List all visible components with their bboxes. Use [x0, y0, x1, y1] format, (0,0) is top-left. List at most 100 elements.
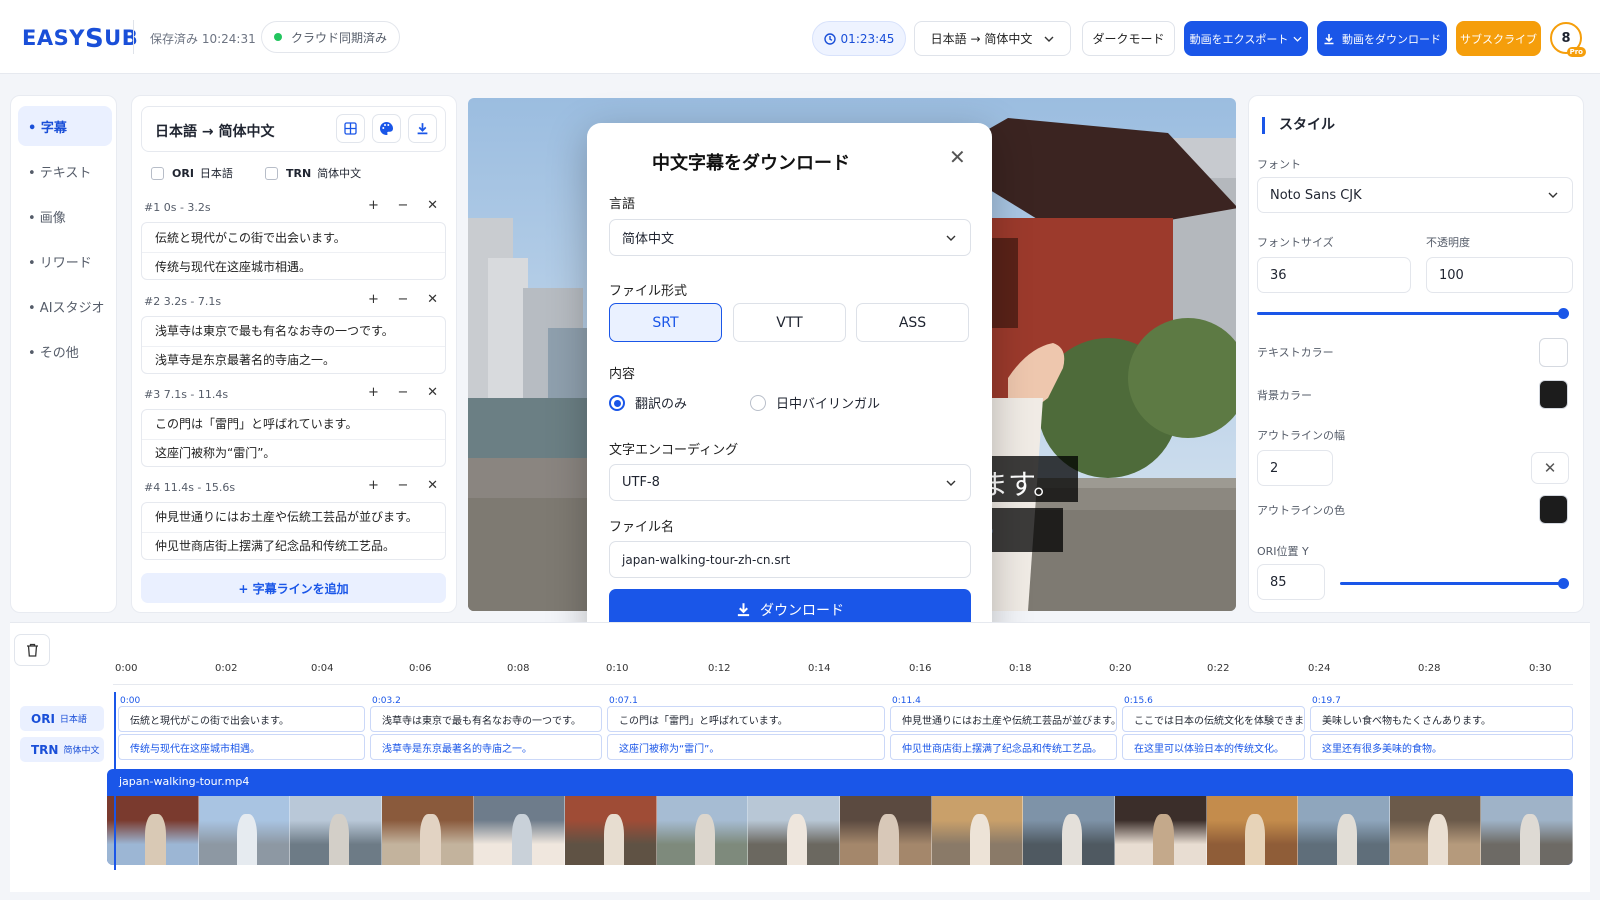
minus-icon[interactable]: −: [398, 385, 409, 400]
close-icon[interactable]: ✕: [427, 385, 438, 400]
segment-trn-text[interactable]: 仲见世商店街上摆满了纪念品和传统工艺品。: [155, 537, 395, 554]
nav-item-subtitles[interactable]: • 字幕: [18, 106, 112, 146]
segment-trn-text[interactable]: 传统与现代在这座城市相遇。: [155, 258, 311, 275]
font-select[interactable]: Noto Sans CJK: [1257, 177, 1573, 213]
segment-ori-text[interactable]: この門は「雷門」と呼ばれています。: [155, 415, 357, 432]
palette-button[interactable]: [372, 114, 401, 143]
ori-cue[interactable]: 伝統と現代がこの街で出会います。: [118, 706, 365, 732]
download-video-button[interactable]: 動画をダウンロード: [1317, 21, 1447, 56]
trn-checkbox[interactable]: TRN 简体中文: [265, 165, 361, 181]
video-thumbnail: [1114, 796, 1207, 865]
export-video-button[interactable]: 動画をエクスポート: [1184, 21, 1308, 56]
ori-checkbox[interactable]: ORI 日本語: [151, 165, 233, 181]
plus-icon[interactable]: +: [368, 478, 379, 493]
outline-color-swatch[interactable]: [1539, 495, 1568, 524]
nav-item-image[interactable]: • 画像: [18, 196, 112, 236]
nav-item-ai-studio[interactable]: • AIスタジオ: [18, 286, 112, 326]
chevron-down-icon: [1044, 36, 1054, 42]
download-subtitles-button[interactable]: [408, 114, 437, 143]
segment-ori-text[interactable]: 伝統と現代がこの街で出会います。: [155, 229, 346, 246]
opacity-slider-knob[interactable]: [1558, 308, 1569, 319]
minus-icon[interactable]: −: [398, 478, 409, 493]
opacity-slider[interactable]: [1257, 312, 1563, 315]
plus-icon[interactable]: +: [368, 198, 379, 213]
timeline-tick-label: 0:08: [507, 663, 530, 674]
segment-time: #2 3.2s - 7.1s: [144, 295, 222, 308]
checkbox-box[interactable]: [265, 166, 278, 180]
ori-cue[interactable]: 仲見世通りにはお土産や伝統工芸品が並びます。: [890, 706, 1117, 732]
encoding-select[interactable]: UTF-8: [609, 464, 971, 501]
ori-y-slider-knob[interactable]: [1558, 578, 1569, 589]
radio-bilingual[interactable]: 日中バイリンガル: [750, 393, 880, 412]
close-icon[interactable]: ✕: [427, 292, 438, 307]
app-logo[interactable]: EASYSUB: [22, 22, 138, 54]
video-thumbnail: [748, 796, 840, 865]
language-select[interactable]: 简体中文: [609, 219, 971, 256]
format-vtt-button[interactable]: VTT: [733, 303, 846, 342]
language-pair-dropdown[interactable]: 日本語 → 简体中文: [914, 21, 1071, 56]
segment-ori-text[interactable]: 仲見世通りにはお土産や伝統工芸品が並びます。: [155, 508, 418, 525]
filename-input[interactable]: japan-walking-tour-zh-cn.srt: [609, 541, 971, 578]
ori-cue[interactable]: 浅草寺は東京で最も有名なお寺の一つです。: [370, 706, 602, 732]
segment-trn-text[interactable]: 这座门被称为“雷门”。: [155, 444, 275, 461]
timeline-tick-label: 0:16: [909, 663, 932, 674]
close-icon[interactable]: ✕: [1531, 452, 1569, 484]
close-icon[interactable]: ✕: [427, 478, 438, 493]
segment-ori-text[interactable]: 浅草寺は東京で最も有名なお寺の一つです。: [155, 322, 394, 339]
plus-icon[interactable]: +: [368, 385, 379, 400]
dark-mode-button[interactable]: ダークモード: [1082, 21, 1175, 56]
cue-start-time: 0:03.2: [372, 696, 401, 706]
outline-width-label: アウトラインの幅: [1257, 429, 1345, 442]
encoding-label: 文字エンコーディング: [609, 443, 739, 458]
thumbnail-figure: [1153, 814, 1174, 865]
ori-cue[interactable]: この門は「雷門」と呼ばれています。: [607, 706, 885, 732]
grid-view-button[interactable]: [336, 114, 365, 143]
radio-dot[interactable]: [609, 394, 625, 411]
checkbox-box[interactable]: [151, 166, 164, 180]
ori-y-slider[interactable]: [1340, 582, 1563, 585]
thumbnail-figure: [970, 814, 991, 865]
trn-cue[interactable]: 仲见世商店街上摆满了纪念品和传统工艺品。: [890, 734, 1117, 760]
timeline-tick-label: 0:22: [1207, 663, 1230, 674]
ori-cue[interactable]: 美味しい食べ物もたくさんあります。: [1310, 706, 1573, 732]
opacity-input[interactable]: 100: [1426, 257, 1573, 293]
close-icon[interactable]: ✕: [949, 145, 966, 169]
font-label: フォント: [1257, 158, 1301, 171]
video-track[interactable]: japan-walking-tour.mp4: [107, 769, 1573, 865]
delete-button[interactable]: [14, 634, 50, 666]
timeline-tick-label: 0:02: [215, 663, 238, 674]
format-srt-button[interactable]: SRT: [609, 303, 722, 342]
plus-icon[interactable]: +: [368, 292, 379, 307]
radio-dot[interactable]: [750, 394, 766, 411]
trn-cue[interactable]: 这座门被称为“雷门”。: [607, 734, 885, 760]
thumbnail-figure: [145, 814, 166, 865]
clock-icon: [823, 32, 836, 45]
ori-y-input[interactable]: 85: [1257, 564, 1325, 600]
trn-cue[interactable]: 传统与现代在这座城市相遇。: [118, 734, 365, 760]
nav-item-other[interactable]: • その他: [18, 331, 112, 371]
nav-item-text[interactable]: • テキスト: [18, 151, 112, 191]
add-subtitle-line-button[interactable]: + 字幕ラインを追加: [141, 573, 446, 603]
font-size-input[interactable]: 36: [1257, 257, 1411, 293]
ori-track-label: ORI 日本語: [20, 706, 104, 731]
nav-item-rewards[interactable]: • リワード: [18, 241, 112, 281]
format-ass-button[interactable]: ASS: [856, 303, 969, 342]
radio-translation-only[interactable]: 翻訳のみ: [609, 393, 687, 412]
text-color-swatch[interactable]: [1539, 338, 1568, 367]
playhead[interactable]: [114, 692, 116, 870]
minus-icon[interactable]: −: [398, 198, 409, 213]
trn-cue[interactable]: 浅草寺是东京最著名的寺庙之一。: [370, 734, 602, 760]
avatar[interactable]: 8 Pro: [1550, 22, 1586, 57]
minus-icon[interactable]: −: [398, 292, 409, 307]
outline-width-input[interactable]: 2: [1257, 450, 1333, 486]
subscribe-button[interactable]: サブスクライブ: [1456, 21, 1541, 56]
video-thumbnail: [565, 796, 657, 865]
ori-cue[interactable]: ここでは日本の伝統文化を体験できます。: [1122, 706, 1305, 732]
bg-color-label: 背景カラー: [1257, 389, 1312, 402]
trn-cue[interactable]: 在这里可以体验日本的传统文化。: [1122, 734, 1305, 760]
trn-cue[interactable]: 这里还有很多美味的食物。: [1310, 734, 1573, 760]
timeline-tick-label: 0:12: [708, 663, 731, 674]
close-icon[interactable]: ✕: [427, 198, 438, 213]
bg-color-swatch[interactable]: [1539, 380, 1568, 409]
segment-trn-text[interactable]: 浅草寺是东京最著名的寺庙之一。: [155, 351, 335, 368]
